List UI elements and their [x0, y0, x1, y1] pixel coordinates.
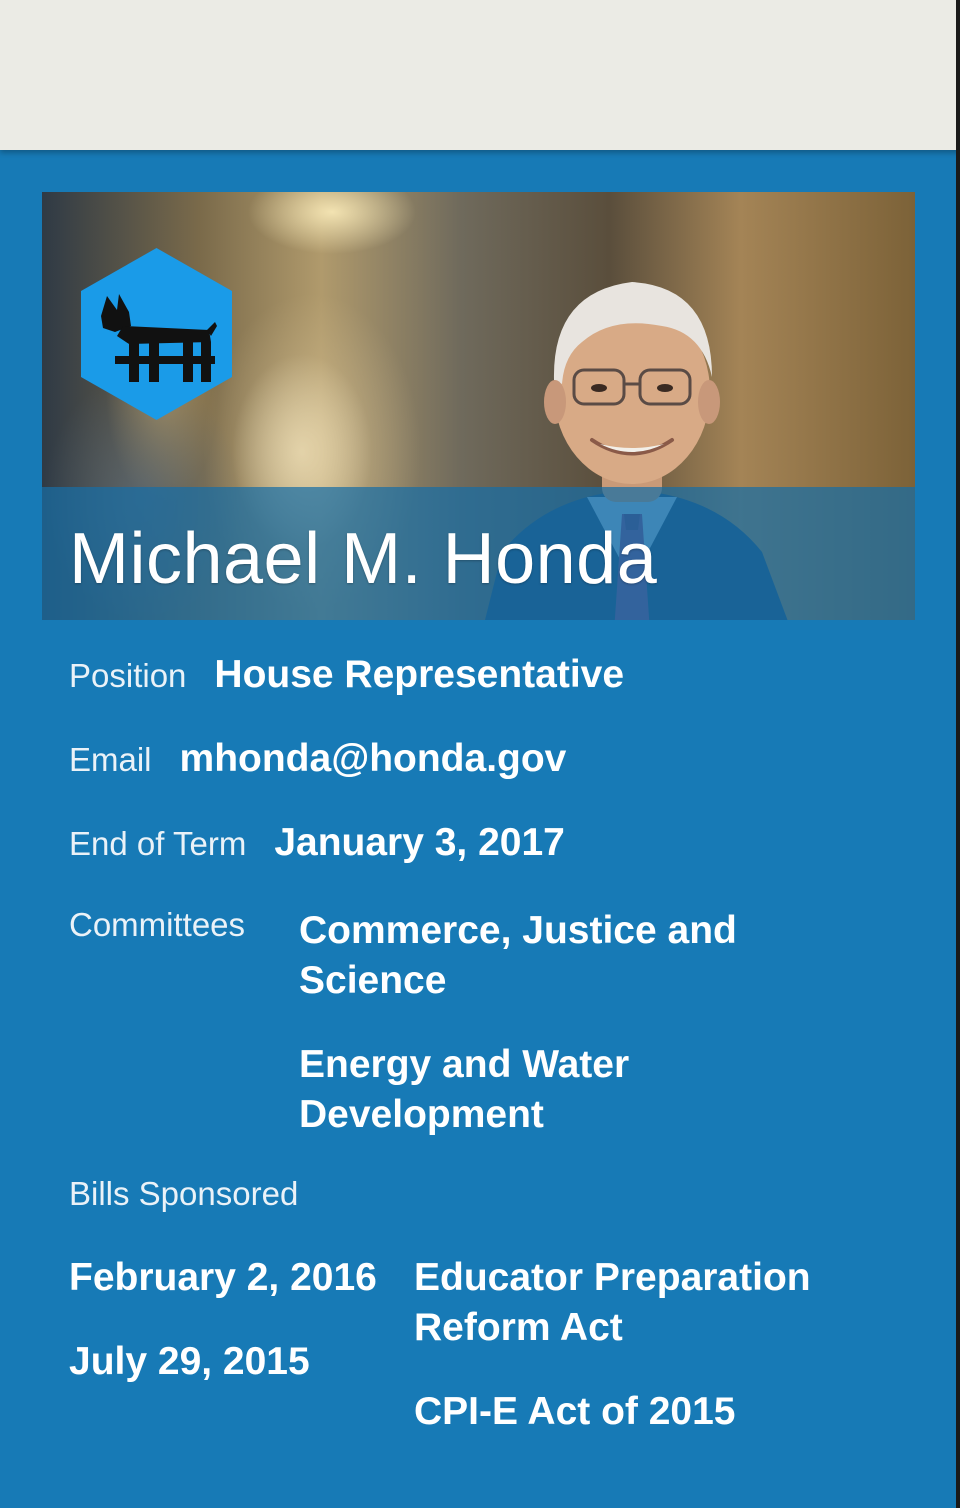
badge-dog-icon [81, 248, 232, 420]
profile-header-card: Michael M. Honda [42, 192, 915, 620]
bill-title-link[interactable]: Educator Preparation Reform Act [414, 1253, 894, 1353]
bill-dates-column: February 2, 2016 July 29, 2015 [69, 1253, 377, 1421]
window-edge [956, 0, 960, 1508]
email-label: Email [69, 741, 152, 778]
end-of-term-label: End of Term [69, 825, 247, 862]
bill-titles-column: Educator Preparation Reform Act CPI-E Ac… [414, 1253, 894, 1471]
committee-item: Energy and Water Development [299, 1043, 630, 1136]
committee-item: Commerce, Justice and Science [299, 909, 737, 1002]
committees-list: Commerce, Justice and Science Energy and… [299, 906, 819, 1174]
bills-sponsored-label: Bills Sponsored [69, 1175, 299, 1212]
email-row: Email mhonda@honda.gov [69, 734, 566, 784]
term-row: End of Term January 3, 2017 [69, 818, 565, 868]
bill-date: February 2, 2016 [69, 1256, 377, 1299]
committees-label: Committees [69, 906, 246, 943]
email-link[interactable]: mhonda@honda.gov [180, 734, 567, 784]
position-value: House Representative [214, 653, 625, 696]
committees-label-row: Committees [69, 906, 245, 944]
position-label: Position [69, 657, 187, 694]
position-row: Position House Representative [69, 650, 624, 700]
bill-title-link[interactable]: CPI-E Act of 2015 [414, 1387, 894, 1437]
end-of-term-value: January 3, 2017 [274, 821, 565, 864]
representative-name: Michael M. Honda [69, 519, 658, 599]
bills-label-row: Bills Sponsored [69, 1175, 298, 1213]
top-app-bar [0, 0, 960, 150]
bill-date: July 29, 2015 [69, 1340, 310, 1383]
